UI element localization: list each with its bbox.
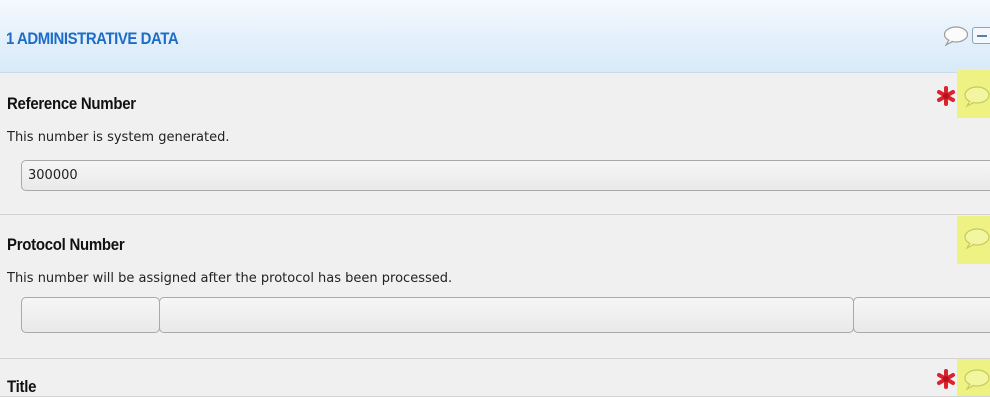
required-asterisk-icon [935,368,957,394]
reference-number-section: Reference Number This number is system g… [0,70,990,215]
comment-icon[interactable] [962,86,990,112]
reference-number-help: This number is system generated. [7,130,230,145]
protocol-number-help: This number will be assigned after the p… [7,271,453,286]
protocol-suffix-input[interactable] [853,297,990,333]
reference-number-input[interactable]: 300000 [21,160,990,191]
title-section: Title [0,359,990,397]
speech-bubble-icon[interactable] [943,26,969,50]
comment-icon[interactable] [962,228,990,254]
required-asterisk-icon [935,85,957,111]
collapse-minus-icon[interactable] [972,27,990,44]
protocol-prefix-input[interactable] [21,297,160,333]
section-header: 1 ADMINISTRATIVE DATA [0,0,990,73]
protocol-number-input[interactable] [159,297,854,333]
comment-icon[interactable] [962,369,990,395]
protocol-number-label: Protocol Number [7,235,125,254]
protocol-number-section: Protocol Number This number will be assi… [0,215,990,359]
section-title: 1 ADMINISTRATIVE DATA [6,29,179,48]
reference-number-label: Reference Number [7,94,136,113]
title-label: Title [7,377,37,396]
